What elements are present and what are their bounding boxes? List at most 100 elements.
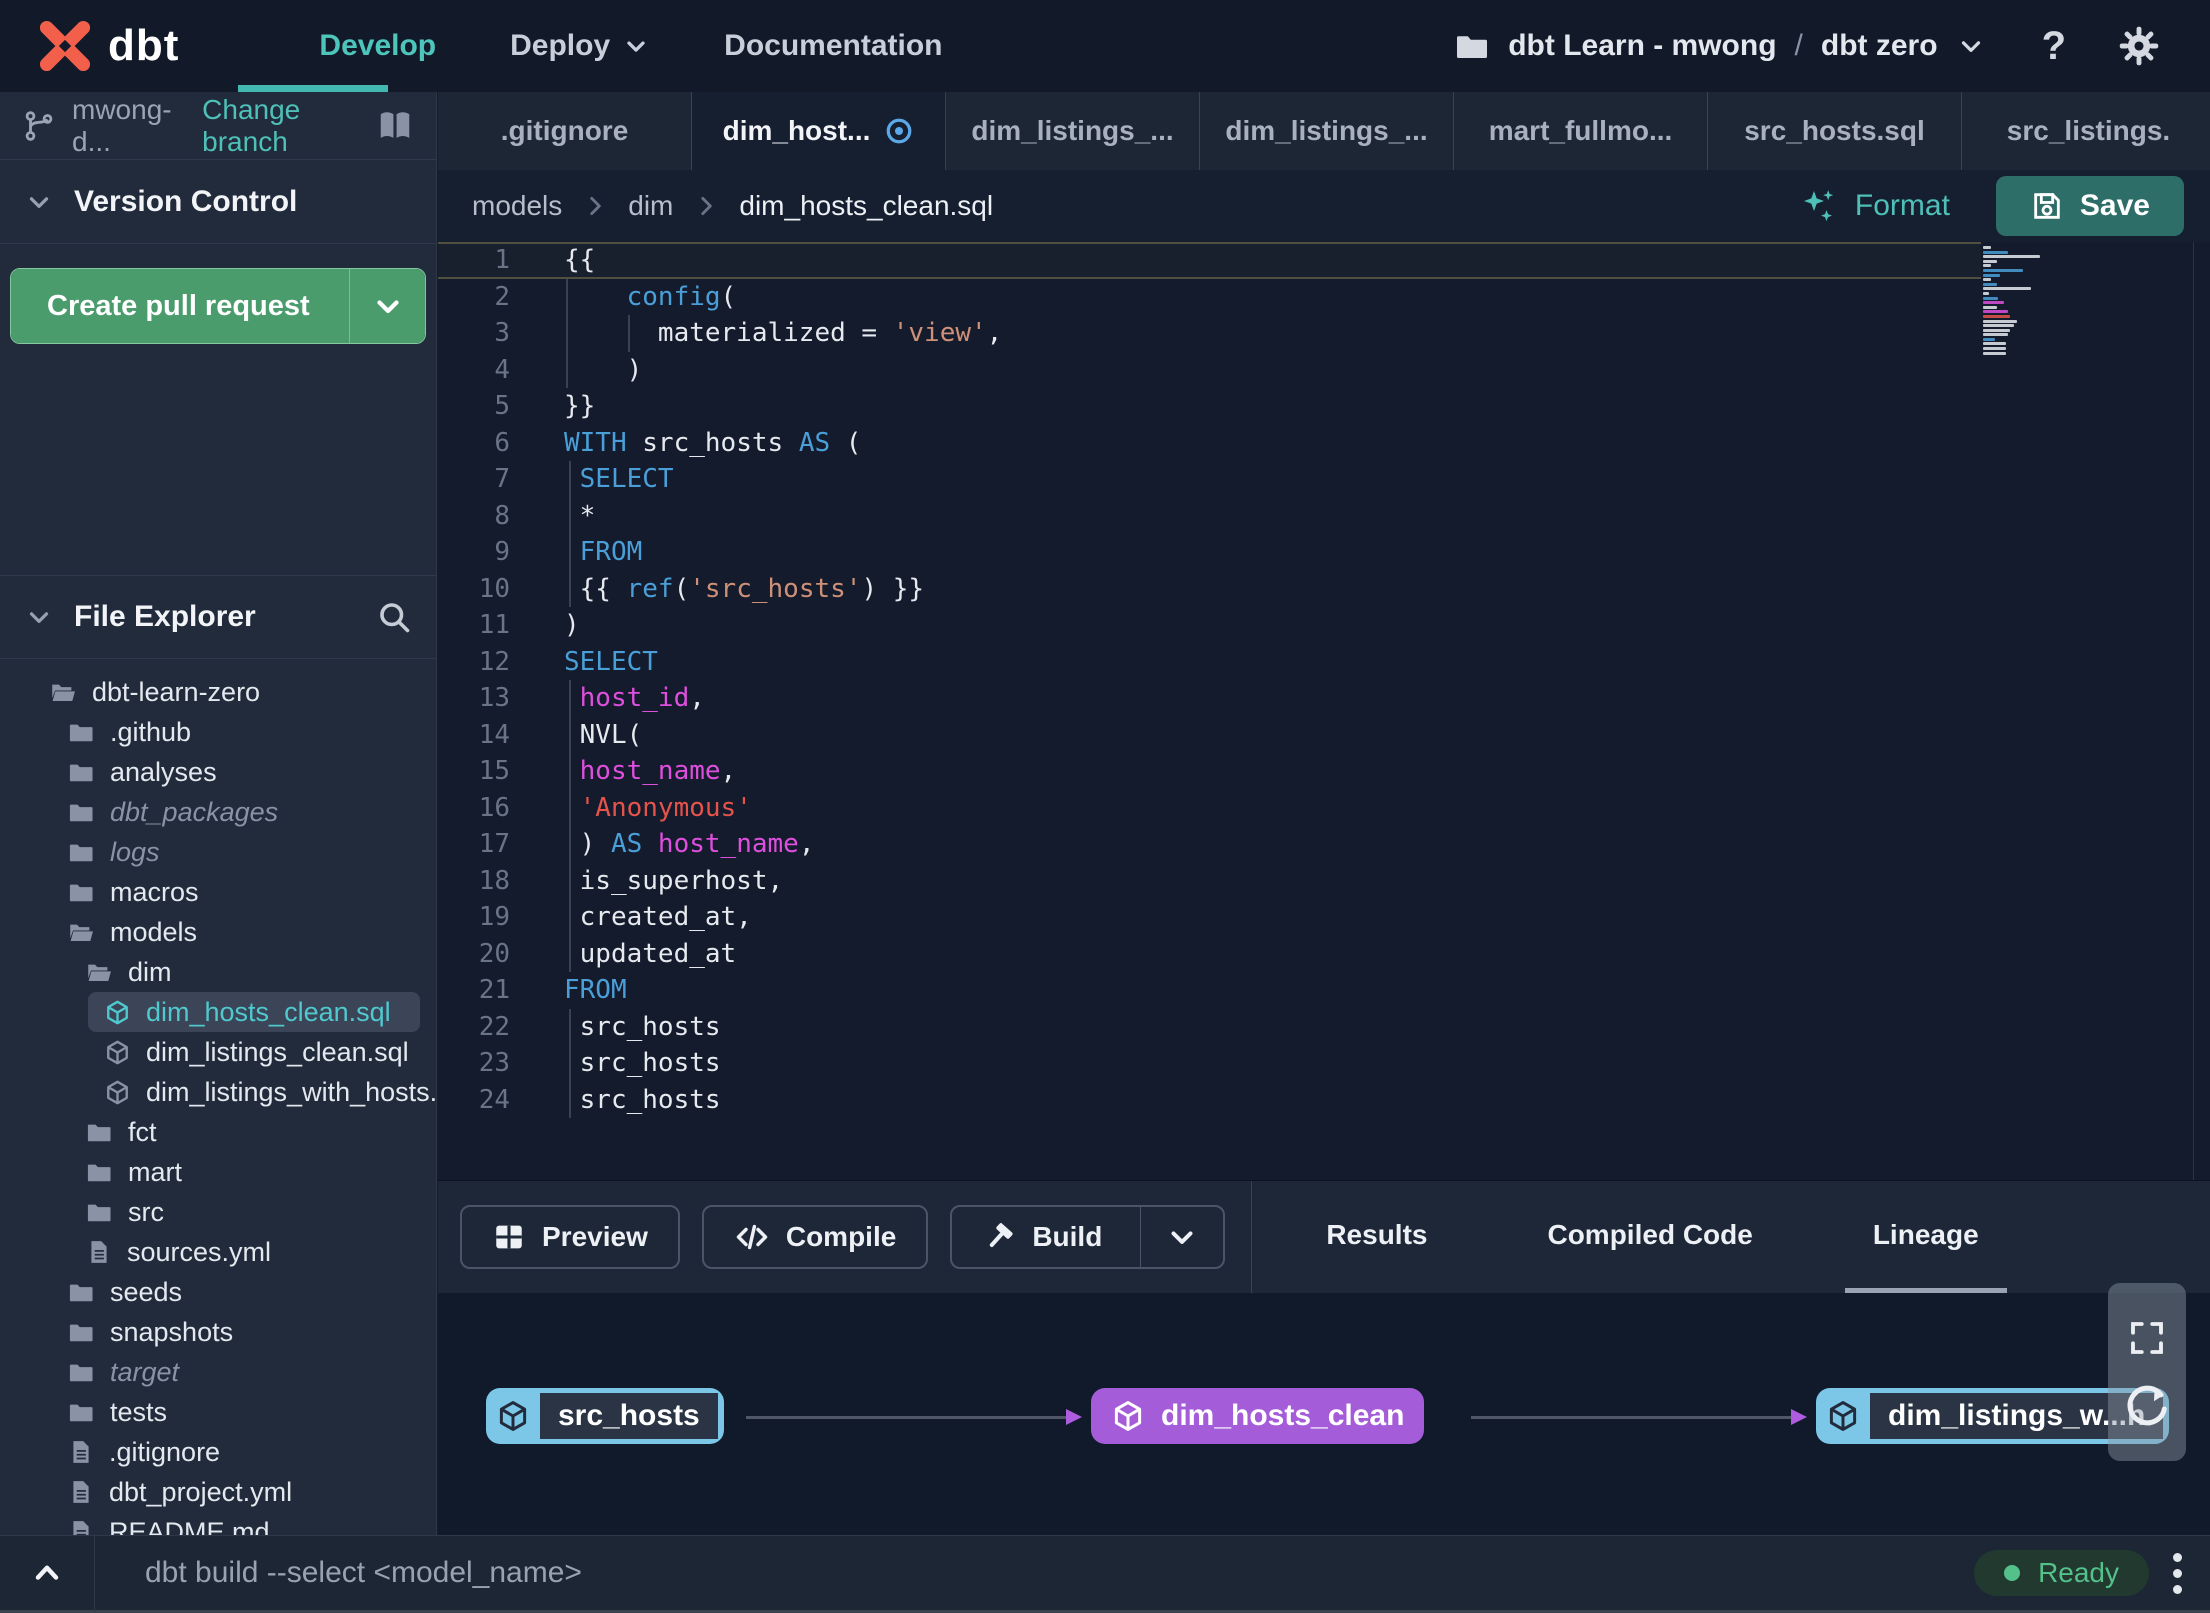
- help-icon[interactable]: ?: [2042, 24, 2066, 69]
- command-input[interactable]: dbt build --select <model_name>: [145, 1556, 582, 1590]
- code-line[interactable]: 7 SELECT: [438, 461, 1981, 498]
- book-icon[interactable]: [376, 107, 414, 145]
- code-line[interactable]: 8 *: [438, 498, 1981, 535]
- lineage-node-src-hosts[interactable]: src_hosts: [486, 1388, 724, 1444]
- tree-folder-models[interactable]: models: [0, 912, 436, 952]
- create-pr-button[interactable]: Create pull request: [11, 269, 349, 343]
- breadcrumb-segment[interactable]: dim_hosts_clean.sql: [739, 190, 993, 222]
- panel-tab-lineage[interactable]: Lineage: [1844, 1181, 2007, 1293]
- tree-file-dim-hosts-clean-sql[interactable]: dim_hosts_clean.sql: [88, 992, 420, 1032]
- version-control-header[interactable]: Version Control: [0, 160, 436, 244]
- tree-file-dbt-project-yml[interactable]: dbt_project.yml: [0, 1472, 436, 1512]
- refresh-icon[interactable]: [2121, 1383, 2173, 1435]
- nav-item-documentation[interactable]: Documentation: [724, 0, 942, 92]
- editor-tab[interactable]: dim_host...: [692, 92, 946, 170]
- editor-minimap[interactable]: [1983, 246, 2113, 356]
- panel-tab-compiled-code[interactable]: Compiled Code: [1519, 1181, 1780, 1293]
- search-icon[interactable]: [376, 599, 412, 635]
- editor-scrollbar[interactable]: [2193, 242, 2194, 1180]
- tree-folder-tests[interactable]: tests: [0, 1392, 436, 1432]
- tree-folder-mart[interactable]: mart: [0, 1152, 436, 1192]
- code-line[interactable]: 12 SELECT: [438, 644, 1981, 681]
- lineage-canvas[interactable]: src_hosts dim_hosts_clean dim_listings_w..…: [438, 1293, 2210, 1535]
- code-line[interactable]: 20 updated_at: [438, 936, 1981, 973]
- panel-divider: [1251, 1180, 1253, 1294]
- code-line[interactable]: 11): [438, 607, 1981, 644]
- save-button[interactable]: Save: [1995, 176, 2184, 236]
- breadcrumb-segment[interactable]: models: [472, 190, 562, 222]
- tree-folder-src[interactable]: src: [0, 1192, 436, 1232]
- project-selector[interactable]: dbt Learn - mwong / dbt zero: [1454, 28, 1985, 64]
- editor-tab[interactable]: dim_listings_...: [946, 92, 1200, 170]
- code-line[interactable]: 21 FROM: [438, 972, 1981, 1009]
- tree-item-label: dbt_packages: [110, 796, 279, 827]
- tree-folder-logs[interactable]: logs: [0, 832, 436, 872]
- code-line[interactable]: 22 src_hosts: [438, 1009, 1981, 1046]
- tree-folder-target[interactable]: target: [0, 1352, 436, 1392]
- tree-folder-analyses[interactable]: analyses: [0, 752, 436, 792]
- build-button[interactable]: Build: [950, 1205, 1226, 1269]
- code-line[interactable]: 14 NVL(: [438, 717, 1981, 754]
- tree-folder--github[interactable]: .github: [0, 712, 436, 752]
- dbt-logo[interactable]: dbt: [0, 17, 219, 75]
- brand-text: dbt: [108, 21, 180, 70]
- code-line[interactable]: 24 src_hosts: [438, 1082, 1981, 1119]
- panel-tab-results[interactable]: Results: [1298, 1181, 1455, 1293]
- code-line[interactable]: 13 host_id,: [438, 680, 1981, 717]
- nav-item-deploy[interactable]: Deploy: [510, 0, 650, 92]
- code-line[interactable]: 17 ) AS host_name,: [438, 826, 1981, 863]
- build-dropdown[interactable]: [1140, 1207, 1223, 1267]
- tree-folder-seeds[interactable]: seeds: [0, 1272, 436, 1312]
- tree-file-sources-yml[interactable]: sources.yml: [0, 1232, 436, 1272]
- chevron-up-icon[interactable]: [0, 1555, 94, 1591]
- editor-tab[interactable]: dim_listings_...: [1200, 92, 1454, 170]
- tree-item-label: snapshots: [110, 1316, 234, 1347]
- code-line[interactable]: 1{{: [438, 242, 1981, 279]
- code-editor[interactable]: 1{{2 config(3 materialized = 'view', 4 ) 5…: [438, 242, 2210, 1180]
- change-branch-link[interactable]: Change branch: [202, 94, 360, 158]
- lineage-node-dim-hosts-clean[interactable]: dim_hosts_clean: [1091, 1388, 1425, 1444]
- create-pr-dropdown[interactable]: [349, 269, 425, 343]
- code-line[interactable]: 19 created_at,: [438, 899, 1981, 936]
- compile-button[interactable]: Compile: [701, 1205, 929, 1269]
- editor-tab[interactable]: mart_fullmo...: [1454, 92, 1708, 170]
- tree-folder-snapshots[interactable]: snapshots: [0, 1312, 436, 1352]
- code-line[interactable]: 9 FROM: [438, 534, 1981, 571]
- editor-tab[interactable]: src_listings.: [1962, 92, 2210, 170]
- code-line[interactable]: 2 config(: [438, 279, 1981, 316]
- tree-file-dim-listings-clean-sql[interactable]: dim_listings_clean.sql: [0, 1032, 436, 1072]
- kebab-menu-icon[interactable]: [2149, 1552, 2210, 1594]
- tree-folder-dim[interactable]: dim: [0, 952, 436, 992]
- tree-folder-dbt-learn-zero[interactable]: dbt-learn-zero: [0, 672, 436, 712]
- indent-guide: [569, 680, 571, 972]
- editor-tab[interactable]: src_hosts.sql: [1708, 92, 1962, 170]
- tree-file-dim-listings-with-hosts-[interactable]: dim_listings_with_hosts...: [0, 1072, 436, 1112]
- breadcrumb-segment[interactable]: dim: [628, 190, 673, 222]
- nav-item-develop[interactable]: Develop: [319, 0, 436, 92]
- file-explorer-header[interactable]: File Explorer: [0, 575, 436, 659]
- code-line[interactable]: 10 {{ ref('src_hosts') }}: [438, 571, 1981, 608]
- code-line[interactable]: 4 ): [438, 352, 1981, 389]
- file-icon: [68, 1479, 94, 1505]
- gear-icon[interactable]: [2118, 25, 2160, 67]
- branch-name[interactable]: mwong-d...: [72, 94, 186, 158]
- indent-guide: [628, 315, 630, 352]
- editor-tab[interactable]: .gitignore: [438, 92, 692, 170]
- tree-item-label: models: [110, 916, 198, 947]
- code-line[interactable]: 3 materialized = 'view',: [438, 315, 1981, 352]
- tree-folder-dbt-packages[interactable]: dbt_packages: [0, 792, 436, 832]
- tree-item-label: analyses: [110, 756, 217, 787]
- fullscreen-icon[interactable]: [2126, 1317, 2168, 1359]
- tree-file--gitignore[interactable]: .gitignore: [0, 1432, 436, 1472]
- code-line[interactable]: 6 WITH src_hosts AS (: [438, 425, 1981, 462]
- code-line[interactable]: 18 is_superhost,: [438, 863, 1981, 900]
- preview-button[interactable]: Preview: [460, 1205, 680, 1269]
- tree-folder-macros[interactable]: macros: [0, 872, 436, 912]
- tree-folder-fct[interactable]: fct: [0, 1112, 436, 1152]
- format-button[interactable]: Format: [1769, 186, 1980, 226]
- code-line[interactable]: 15 host_name,: [438, 753, 1981, 790]
- code-line[interactable]: 23 src_hosts: [438, 1045, 1981, 1082]
- code-line[interactable]: 16 'Anonymous': [438, 790, 1981, 827]
- code-line[interactable]: 5}}: [438, 388, 1981, 425]
- tree-file-readme-md[interactable]: README.md: [0, 1512, 436, 1535]
